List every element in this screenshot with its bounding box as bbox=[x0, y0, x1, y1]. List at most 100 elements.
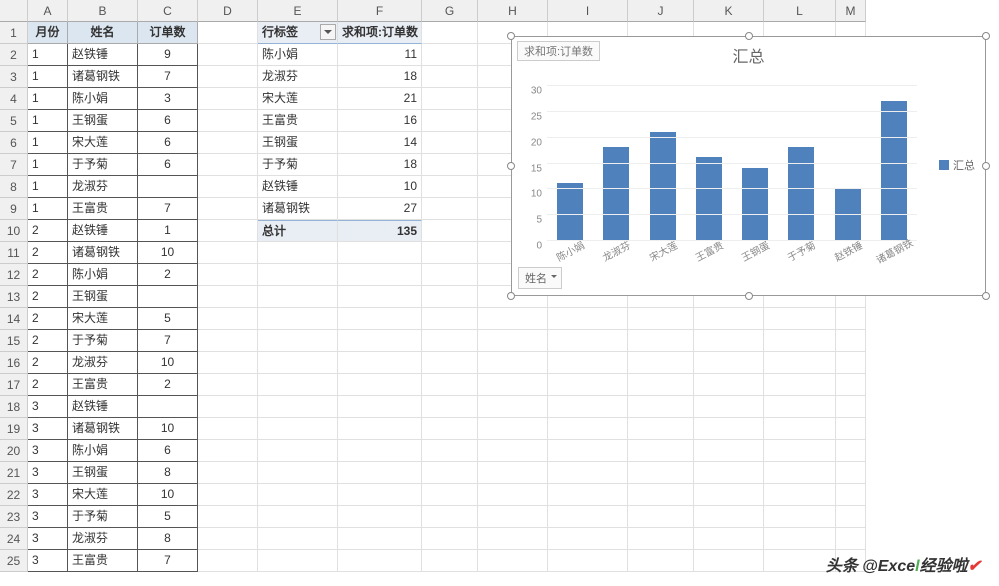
row-header-3[interactable]: 3 bbox=[0, 66, 28, 88]
chart-bar[interactable] bbox=[603, 147, 629, 240]
row-header-19[interactable]: 19 bbox=[0, 418, 28, 440]
column-header-J[interactable]: J bbox=[628, 0, 694, 22]
column-header-I[interactable]: I bbox=[548, 0, 628, 22]
table-cell[interactable]: 龙淑芬 bbox=[68, 176, 138, 198]
table-cell[interactable]: 6 bbox=[138, 440, 198, 462]
table-header[interactable]: 订单数 bbox=[138, 22, 198, 44]
row-header-8[interactable]: 8 bbox=[0, 176, 28, 198]
table-header[interactable]: 月份 bbox=[28, 22, 68, 44]
cell[interactable] bbox=[422, 220, 478, 242]
cell[interactable] bbox=[628, 418, 694, 440]
cell[interactable] bbox=[258, 462, 338, 484]
cell[interactable] bbox=[694, 550, 764, 572]
table-cell[interactable]: 2 bbox=[28, 286, 68, 308]
row-header-12[interactable]: 12 bbox=[0, 264, 28, 286]
cell[interactable] bbox=[836, 506, 866, 528]
cell[interactable] bbox=[478, 308, 548, 330]
cell[interactable] bbox=[694, 396, 764, 418]
cell[interactable] bbox=[258, 484, 338, 506]
cell[interactable] bbox=[478, 440, 548, 462]
cell[interactable] bbox=[198, 286, 258, 308]
column-header-C[interactable]: C bbox=[138, 0, 198, 22]
cell[interactable] bbox=[836, 308, 866, 330]
table-cell[interactable]: 1 bbox=[28, 176, 68, 198]
table-cell[interactable]: 8 bbox=[138, 462, 198, 484]
cell[interactable] bbox=[548, 418, 628, 440]
chart-axis-field-button[interactable]: 姓名 bbox=[518, 267, 562, 289]
cell[interactable] bbox=[694, 330, 764, 352]
cell[interactable] bbox=[836, 352, 866, 374]
cell[interactable] bbox=[694, 462, 764, 484]
table-cell[interactable]: 王富贵 bbox=[68, 550, 138, 572]
table-cell[interactable]: 龙淑芬 bbox=[68, 528, 138, 550]
row-header-10[interactable]: 10 bbox=[0, 220, 28, 242]
pivot-row-label[interactable]: 王富贵 bbox=[258, 110, 338, 132]
cell[interactable] bbox=[836, 330, 866, 352]
pivot-row-label[interactable]: 于予菊 bbox=[258, 154, 338, 176]
chart-bar[interactable] bbox=[742, 168, 768, 240]
cell[interactable] bbox=[628, 484, 694, 506]
cell[interactable] bbox=[836, 374, 866, 396]
cell[interactable] bbox=[422, 44, 478, 66]
cell[interactable] bbox=[198, 462, 258, 484]
cell[interactable] bbox=[338, 550, 422, 572]
pivot-header-value[interactable]: 求和项:订单数 bbox=[338, 22, 422, 44]
table-cell[interactable]: 1 bbox=[28, 88, 68, 110]
cell[interactable] bbox=[198, 88, 258, 110]
resize-handle[interactable] bbox=[507, 32, 515, 40]
table-cell[interactable]: 2 bbox=[138, 374, 198, 396]
table-cell[interactable]: 龙淑芬 bbox=[68, 352, 138, 374]
table-cell[interactable]: 3 bbox=[28, 528, 68, 550]
cell[interactable] bbox=[338, 396, 422, 418]
cell[interactable] bbox=[198, 308, 258, 330]
row-header-11[interactable]: 11 bbox=[0, 242, 28, 264]
row-header-14[interactable]: 14 bbox=[0, 308, 28, 330]
pivot-row-value[interactable]: 14 bbox=[338, 132, 422, 154]
cell[interactable] bbox=[198, 198, 258, 220]
table-cell[interactable] bbox=[138, 176, 198, 198]
table-cell[interactable]: 7 bbox=[138, 66, 198, 88]
cell[interactable] bbox=[422, 440, 478, 462]
cell[interactable] bbox=[548, 528, 628, 550]
table-cell[interactable]: 陈小娟 bbox=[68, 264, 138, 286]
column-header-F[interactable]: F bbox=[338, 0, 422, 22]
table-cell[interactable]: 于予菊 bbox=[68, 330, 138, 352]
table-cell[interactable]: 1 bbox=[28, 198, 68, 220]
table-cell[interactable]: 1 bbox=[28, 44, 68, 66]
table-cell[interactable]: 1 bbox=[28, 66, 68, 88]
cell[interactable] bbox=[338, 528, 422, 550]
cell[interactable] bbox=[338, 506, 422, 528]
column-header-K[interactable]: K bbox=[694, 0, 764, 22]
cell[interactable] bbox=[198, 352, 258, 374]
cell[interactable] bbox=[198, 374, 258, 396]
cell[interactable] bbox=[422, 264, 478, 286]
table-header[interactable]: 姓名 bbox=[68, 22, 138, 44]
resize-handle[interactable] bbox=[982, 292, 990, 300]
row-header-18[interactable]: 18 bbox=[0, 396, 28, 418]
pivot-row-label[interactable]: 龙淑芬 bbox=[258, 66, 338, 88]
row-header-6[interactable]: 6 bbox=[0, 132, 28, 154]
table-cell[interactable]: 3 bbox=[138, 88, 198, 110]
resize-handle[interactable] bbox=[507, 162, 515, 170]
table-cell[interactable]: 3 bbox=[28, 484, 68, 506]
pivot-header-rowlabel[interactable]: 行标签 bbox=[258, 22, 338, 44]
table-cell[interactable]: 7 bbox=[138, 330, 198, 352]
chart-value-field-button[interactable]: 求和项:订单数 bbox=[517, 41, 600, 61]
cell[interactable] bbox=[548, 308, 628, 330]
table-cell[interactable]: 5 bbox=[138, 308, 198, 330]
table-cell[interactable]: 3 bbox=[28, 396, 68, 418]
table-cell[interactable]: 7 bbox=[138, 550, 198, 572]
cell[interactable] bbox=[258, 374, 338, 396]
cell[interactable] bbox=[694, 374, 764, 396]
table-cell[interactable]: 6 bbox=[138, 154, 198, 176]
cell[interactable] bbox=[836, 484, 866, 506]
column-header-H[interactable]: H bbox=[478, 0, 548, 22]
pivot-row-value[interactable]: 27 bbox=[338, 198, 422, 220]
cell[interactable] bbox=[764, 396, 836, 418]
table-cell[interactable]: 3 bbox=[28, 462, 68, 484]
cell[interactable] bbox=[836, 418, 866, 440]
row-header-25[interactable]: 25 bbox=[0, 550, 28, 572]
cell[interactable] bbox=[628, 352, 694, 374]
cell[interactable] bbox=[478, 396, 548, 418]
table-cell[interactable]: 赵铁锤 bbox=[68, 44, 138, 66]
